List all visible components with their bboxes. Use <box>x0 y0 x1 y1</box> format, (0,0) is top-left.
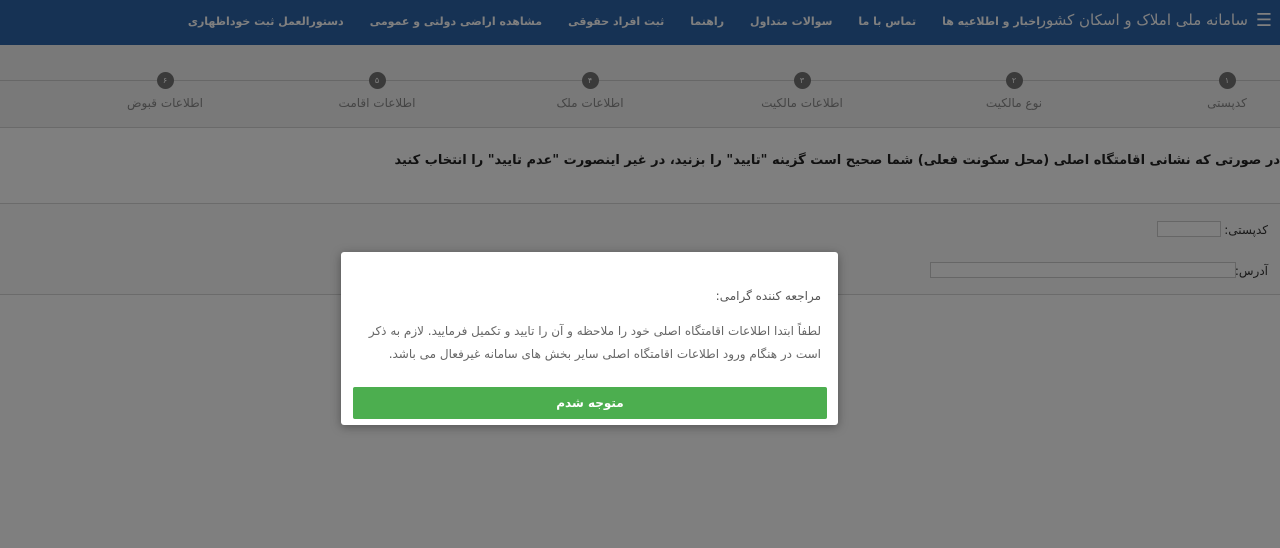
dialog-greeting: مراجعه کننده گرامی: <box>715 289 821 303</box>
notice-dialog: مراجعه کننده گرامی: لطفاً ابتدا اطلاعات … <box>341 252 838 425</box>
acknowledge-button[interactable]: متوجه شدم <box>353 387 827 419</box>
dialog-message: لطفاً ابتدا اطلاعات اقامتگاه اصلی خود را… <box>368 324 821 361</box>
